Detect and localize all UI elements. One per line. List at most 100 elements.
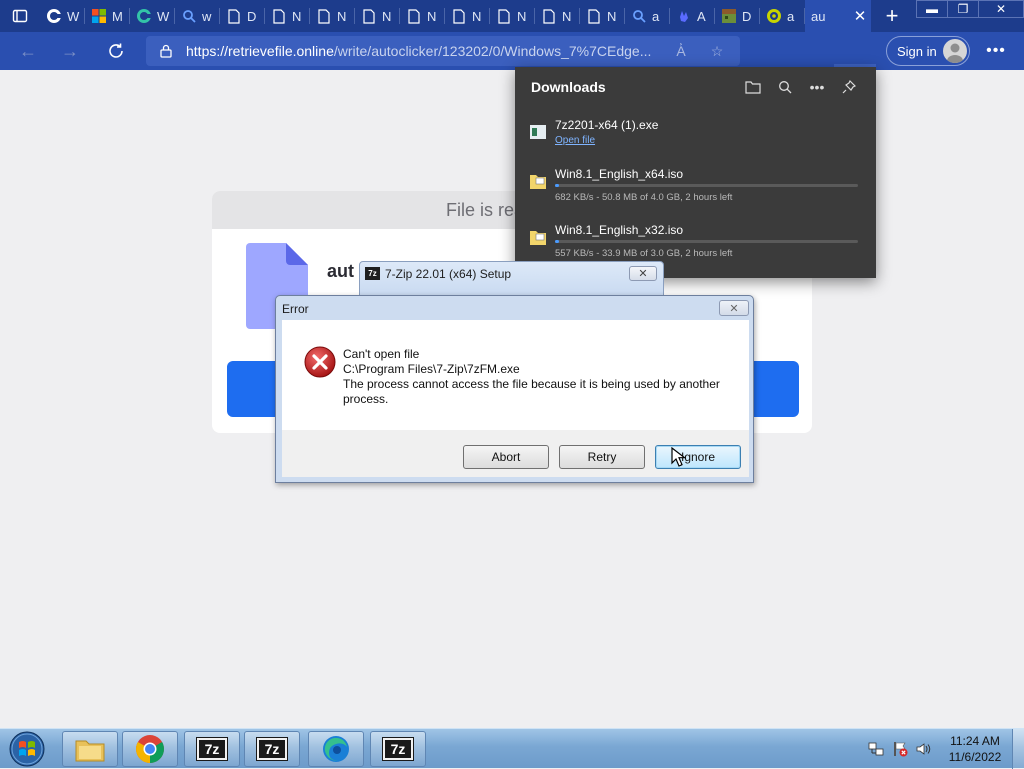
show-desktop-button[interactable] bbox=[1012, 729, 1024, 769]
error-dialog-body: Can't open file C:\Program Files\7-Zip\7… bbox=[282, 320, 749, 430]
refresh-button[interactable] bbox=[94, 32, 138, 70]
download-file-name: Win8.1_English_x64.iso bbox=[555, 167, 684, 181]
browser-tab[interactable]: N bbox=[355, 0, 400, 32]
action-center-icon[interactable] bbox=[892, 741, 908, 757]
download-file-name: Win8.1_English_x32.iso bbox=[555, 223, 684, 237]
browser-tab[interactable]: D bbox=[220, 0, 265, 32]
taskbar-7zip[interactable]: 7z bbox=[370, 731, 426, 767]
downloads-title: Downloads bbox=[531, 79, 606, 95]
taskbar-chrome[interactable] bbox=[122, 731, 178, 767]
tab-label: N bbox=[427, 8, 437, 24]
restore-icon: ❐ bbox=[957, 2, 969, 16]
tab-label: N bbox=[517, 8, 527, 24]
close-icon: ✕ bbox=[638, 268, 648, 280]
7zip-icon: 7z bbox=[365, 267, 380, 280]
download-item[interactable]: Win8.1_English_x64.iso 682 KB/s - 50.8 M… bbox=[515, 166, 876, 216]
maximize-button[interactable]: ❐ bbox=[947, 0, 979, 18]
tab-label: a bbox=[787, 8, 795, 24]
browser-tab[interactable]: N bbox=[535, 0, 580, 32]
browser-tab[interactable]: a bbox=[760, 0, 805, 32]
sign-in-button[interactable]: Sign in bbox=[886, 36, 970, 66]
browser-tab[interactable]: D bbox=[715, 0, 760, 32]
tab-strip: W M W w D N N N N N N N N a A D a au ✕ +… bbox=[0, 0, 1024, 32]
search-icon bbox=[779, 81, 792, 94]
browser-tab[interactable]: N bbox=[310, 0, 355, 32]
error-message: Can't open file C:\Program Files\7-Zip\7… bbox=[343, 347, 733, 407]
address-bar[interactable]: https://retrievefile.online/write/autocl… bbox=[146, 36, 740, 66]
browser-tab[interactable]: N bbox=[265, 0, 310, 32]
setup-close-button[interactable]: ✕ bbox=[629, 266, 657, 281]
chrome-icon bbox=[136, 735, 164, 763]
browser-tab[interactable]: N bbox=[490, 0, 535, 32]
taskbar-explorer[interactable] bbox=[62, 731, 118, 767]
avatar-icon bbox=[943, 39, 967, 63]
new-tab-button[interactable]: + bbox=[875, 0, 909, 32]
add-favorite-icon[interactable]: ☆ bbox=[706, 41, 728, 61]
windows-start-icon bbox=[9, 731, 45, 767]
browser-tab[interactable]: N bbox=[580, 0, 625, 32]
search-icon bbox=[631, 8, 647, 24]
browser-tab[interactable]: N bbox=[400, 0, 445, 32]
plus-icon: + bbox=[885, 3, 899, 28]
folder-icon bbox=[745, 81, 761, 94]
error-close-button[interactable]: ✕ bbox=[719, 300, 749, 316]
open-file-link[interactable]: Open file bbox=[555, 135, 595, 146]
game-icon bbox=[721, 8, 737, 24]
browser-tab[interactable]: w bbox=[175, 0, 220, 32]
sign-in-label: Sign in bbox=[897, 43, 937, 59]
open-folder-button[interactable] bbox=[741, 76, 765, 98]
folder-icon bbox=[75, 740, 105, 762]
forward-button[interactable]: → bbox=[48, 32, 92, 70]
browser-tab[interactable]: N bbox=[445, 0, 490, 32]
tab-label: N bbox=[382, 8, 392, 24]
downloads-panel: Downloads ••• 7z2201-x64 (1).exe Open fi… bbox=[515, 67, 876, 278]
tab-actions-button[interactable] bbox=[0, 0, 40, 32]
taskbar-7zip[interactable]: 7z bbox=[184, 731, 240, 767]
download-status: 557 KB/s - 33.9 MB of 3.0 GB, 2 hours le… bbox=[555, 248, 733, 259]
search-downloads-button[interactable] bbox=[773, 76, 797, 98]
file-name: aut bbox=[327, 261, 354, 281]
7zip-icon: 7z bbox=[256, 737, 288, 761]
back-arrow-icon: ← bbox=[19, 40, 37, 61]
forward-arrow-icon: → bbox=[61, 40, 79, 61]
close-tab-button[interactable]: ✕ bbox=[849, 0, 871, 32]
active-tab[interactable]: au bbox=[805, 0, 849, 32]
page-icon bbox=[586, 8, 602, 24]
browser-tab[interactable]: M bbox=[85, 0, 130, 32]
page-icon bbox=[316, 8, 332, 24]
error-message-line: Can't open file bbox=[343, 347, 420, 361]
retry-button[interactable]: Retry bbox=[559, 445, 645, 469]
clock-date[interactable]: 11/6/2022 bbox=[946, 750, 1004, 764]
volume-icon[interactable] bbox=[915, 741, 931, 757]
lock-icon bbox=[146, 44, 186, 58]
network-icon[interactable] bbox=[868, 741, 884, 757]
window-close-button[interactable]: ✕ bbox=[978, 0, 1024, 18]
download-item[interactable]: 7z2201-x64 (1).exe Open file bbox=[515, 117, 876, 167]
taskbar-edge[interactable] bbox=[308, 731, 364, 767]
downloads-more-button[interactable]: ••• bbox=[805, 76, 829, 98]
exe-file-icon bbox=[530, 125, 546, 139]
url-path: /write/autoclicker/123202/0/Windows_7%7C… bbox=[333, 43, 652, 59]
taskbar-7zip[interactable]: 7z bbox=[244, 731, 300, 767]
browser-tab[interactable]: A bbox=[670, 0, 715, 32]
browser-tab[interactable]: a bbox=[625, 0, 670, 32]
read-aloud-icon[interactable]: A͐ bbox=[670, 41, 692, 61]
clock-time[interactable]: 11:24 AM bbox=[946, 734, 1004, 748]
mouse-cursor-icon bbox=[671, 447, 687, 467]
active-tab-label: au bbox=[811, 8, 826, 24]
back-button[interactable]: ← bbox=[6, 32, 50, 70]
pin-button[interactable] bbox=[837, 76, 861, 98]
browser-tab[interactable]: W bbox=[130, 0, 175, 32]
pin-icon bbox=[842, 80, 856, 94]
start-button[interactable] bbox=[4, 730, 50, 768]
error-message-line: The process cannot access the file becau… bbox=[343, 377, 720, 406]
more-dots-icon: ••• bbox=[986, 42, 1006, 59]
abort-button[interactable]: Abort bbox=[463, 445, 549, 469]
close-icon: ✕ bbox=[995, 2, 1007, 16]
browser-tab[interactable]: W bbox=[40, 0, 85, 32]
ignore-button[interactable]: Ignore bbox=[655, 445, 741, 469]
page-icon bbox=[271, 8, 287, 24]
settings-more-button[interactable]: ••• bbox=[978, 32, 1014, 70]
minimize-button[interactable]: ▬ bbox=[916, 0, 948, 18]
download-status: 682 KB/s - 50.8 MB of 4.0 GB, 2 hours le… bbox=[555, 192, 733, 203]
